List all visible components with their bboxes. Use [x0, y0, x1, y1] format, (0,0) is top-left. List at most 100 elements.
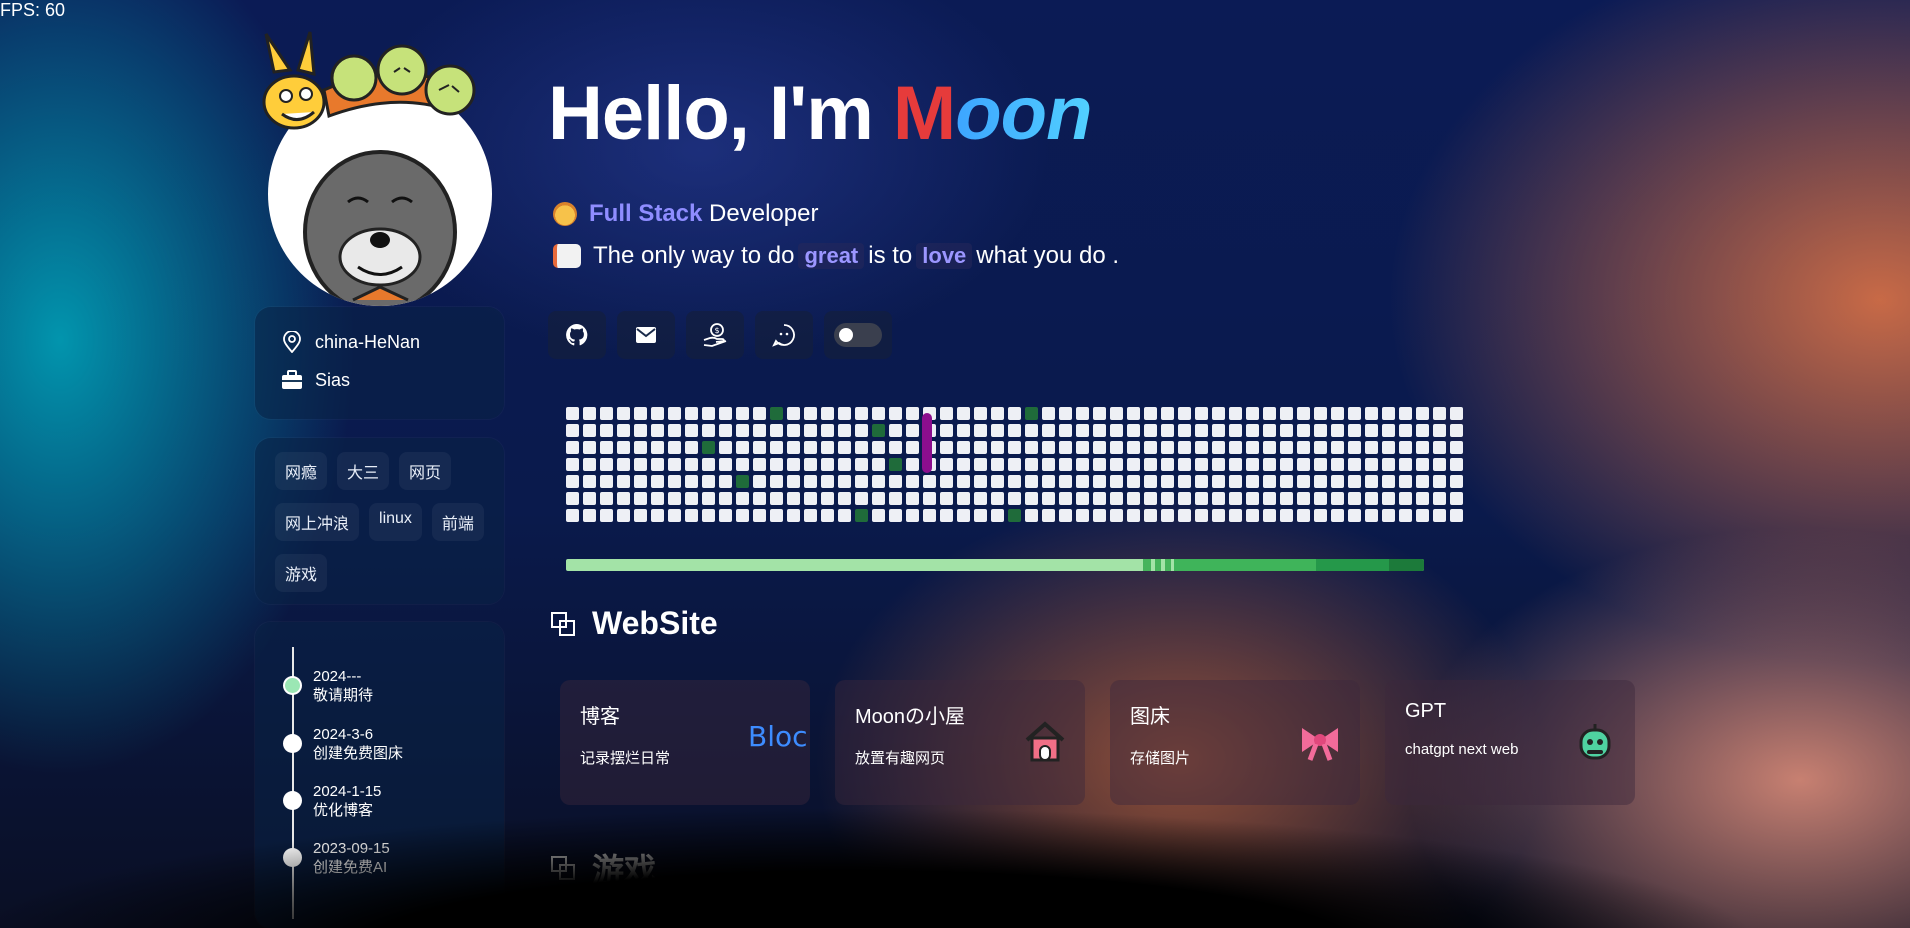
- contribution-cell: [872, 492, 885, 505]
- contribution-cell: [1161, 475, 1174, 488]
- contribution-cell: [804, 492, 817, 505]
- contribution-cell: [719, 509, 732, 522]
- site-card-gpt[interactable]: GPT chatgpt next web: [1385, 680, 1635, 805]
- tag: 游戏: [275, 554, 328, 592]
- contribution-cell: [1059, 509, 1072, 522]
- theme-toggle-button[interactable]: [824, 311, 892, 359]
- contribution-cell: [668, 441, 681, 454]
- timeline-text: 创建免费图床: [313, 745, 404, 762]
- timeline-dot-active: [285, 678, 300, 693]
- contribution-cell: [770, 441, 783, 454]
- contribution-cell: [651, 509, 664, 522]
- contribution-cell: [753, 509, 766, 522]
- contribution-cell: [1093, 407, 1106, 420]
- contribution-cell: [1348, 509, 1361, 522]
- contribution-cell: [770, 407, 783, 420]
- contribution-cell: [600, 475, 613, 488]
- contribution-cell: [1433, 475, 1446, 488]
- donate-button[interactable]: $: [686, 311, 744, 359]
- contribution-cell: [1416, 475, 1429, 488]
- contribution-cell: [957, 475, 970, 488]
- contribution-cell: [1110, 441, 1123, 454]
- contribution-cell: [566, 407, 579, 420]
- contribution-cell: [702, 407, 715, 420]
- contribution-cell: [1161, 407, 1174, 420]
- contribution-cell: [889, 441, 902, 454]
- theme-toggle[interactable]: [834, 323, 882, 347]
- contribution-cell: [1365, 441, 1378, 454]
- contribution-cell: [685, 441, 698, 454]
- chat-button[interactable]: [755, 311, 813, 359]
- contribution-cell: [753, 424, 766, 437]
- contribution-cell: [634, 441, 647, 454]
- site-card-moon-house[interactable]: Moonの小屋 放置有趣网页: [835, 680, 1085, 805]
- tag: 前端: [431, 503, 484, 541]
- timeline-date: 2024-1-15: [313, 783, 382, 800]
- contribution-cell: [838, 407, 851, 420]
- contribution-cell: [600, 407, 613, 420]
- contribution-cell: [1433, 492, 1446, 505]
- timeline-dot: [283, 734, 302, 753]
- contribution-cell: [583, 407, 596, 420]
- quote-line: The only way to do great is to love what…: [553, 242, 1119, 270]
- social-buttons: $: [548, 311, 903, 359]
- quote-part-3: what you do .: [976, 242, 1120, 269]
- email-button[interactable]: [617, 311, 675, 359]
- contribution-cell: [787, 441, 800, 454]
- contribution-cell: [855, 424, 868, 437]
- contribution-cell: [1263, 424, 1276, 437]
- contribution-cell: [702, 441, 715, 454]
- location-pin-icon: [281, 331, 303, 353]
- contribution-cell: [1416, 509, 1429, 522]
- contribution-cell: [1025, 492, 1038, 505]
- contribution-cell: [1076, 458, 1089, 471]
- contribution-cell: [617, 407, 630, 420]
- contribution-cell: [889, 492, 902, 505]
- contribution-cell: [787, 458, 800, 471]
- contribution-cell: [1195, 441, 1208, 454]
- contribution-cell: [583, 475, 596, 488]
- contribution-cell: [1399, 458, 1412, 471]
- role-line: Full Stack Developer: [553, 200, 818, 228]
- contribution-cell: [1042, 492, 1055, 505]
- contribution-cell: [974, 475, 987, 488]
- contribution-cell: [583, 509, 596, 522]
- contribution-cell: [923, 475, 936, 488]
- contribution-cell: [804, 407, 817, 420]
- contribution-cell: [1025, 509, 1038, 522]
- contribution-cell: [1382, 475, 1395, 488]
- avatar: [254, 30, 494, 306]
- contribution-cell: [753, 492, 766, 505]
- contribution-cell: [872, 475, 885, 488]
- contribution-cell: [821, 407, 834, 420]
- contribution-cell: [634, 458, 647, 471]
- site-card-image-host[interactable]: 图床 存储图片: [1110, 680, 1360, 805]
- contribution-cell: [889, 424, 902, 437]
- contribution-cell: [600, 458, 613, 471]
- contribution-cell: [566, 475, 579, 488]
- house-icon: [1025, 721, 1065, 762]
- contribution-cell: [804, 475, 817, 488]
- contribution-cell: [787, 407, 800, 420]
- contribution-cell: [1195, 458, 1208, 471]
- contribution-cell: [1042, 441, 1055, 454]
- contribution-cell: [1008, 441, 1021, 454]
- contribution-cell: [634, 475, 647, 488]
- timeline-item: 2024--- 敬请期待: [313, 667, 373, 705]
- contribution-cell: [1127, 475, 1140, 488]
- github-button[interactable]: [548, 311, 606, 359]
- contribution-cell: [1280, 492, 1293, 505]
- contribution-cell: [1399, 407, 1412, 420]
- contribution-cell: [685, 492, 698, 505]
- timeline-text: 敬请期待: [313, 687, 374, 704]
- contribution-cell: [787, 509, 800, 522]
- contribution-cell: [1450, 458, 1463, 471]
- contribution-cell: [1229, 424, 1242, 437]
- contribution-cell: [566, 492, 579, 505]
- timeline-card: 2024--- 敬请期待 2024-3-6 创建免费图床 2024-1-15 优…: [255, 622, 504, 928]
- contribution-cell: [957, 458, 970, 471]
- site-card-blog[interactable]: 博客 记录摆烂日常 Bloc: [560, 680, 810, 805]
- developer-emoji-icon: [553, 202, 577, 226]
- contribution-cell: [1110, 424, 1123, 437]
- contribution-cell: [1144, 424, 1157, 437]
